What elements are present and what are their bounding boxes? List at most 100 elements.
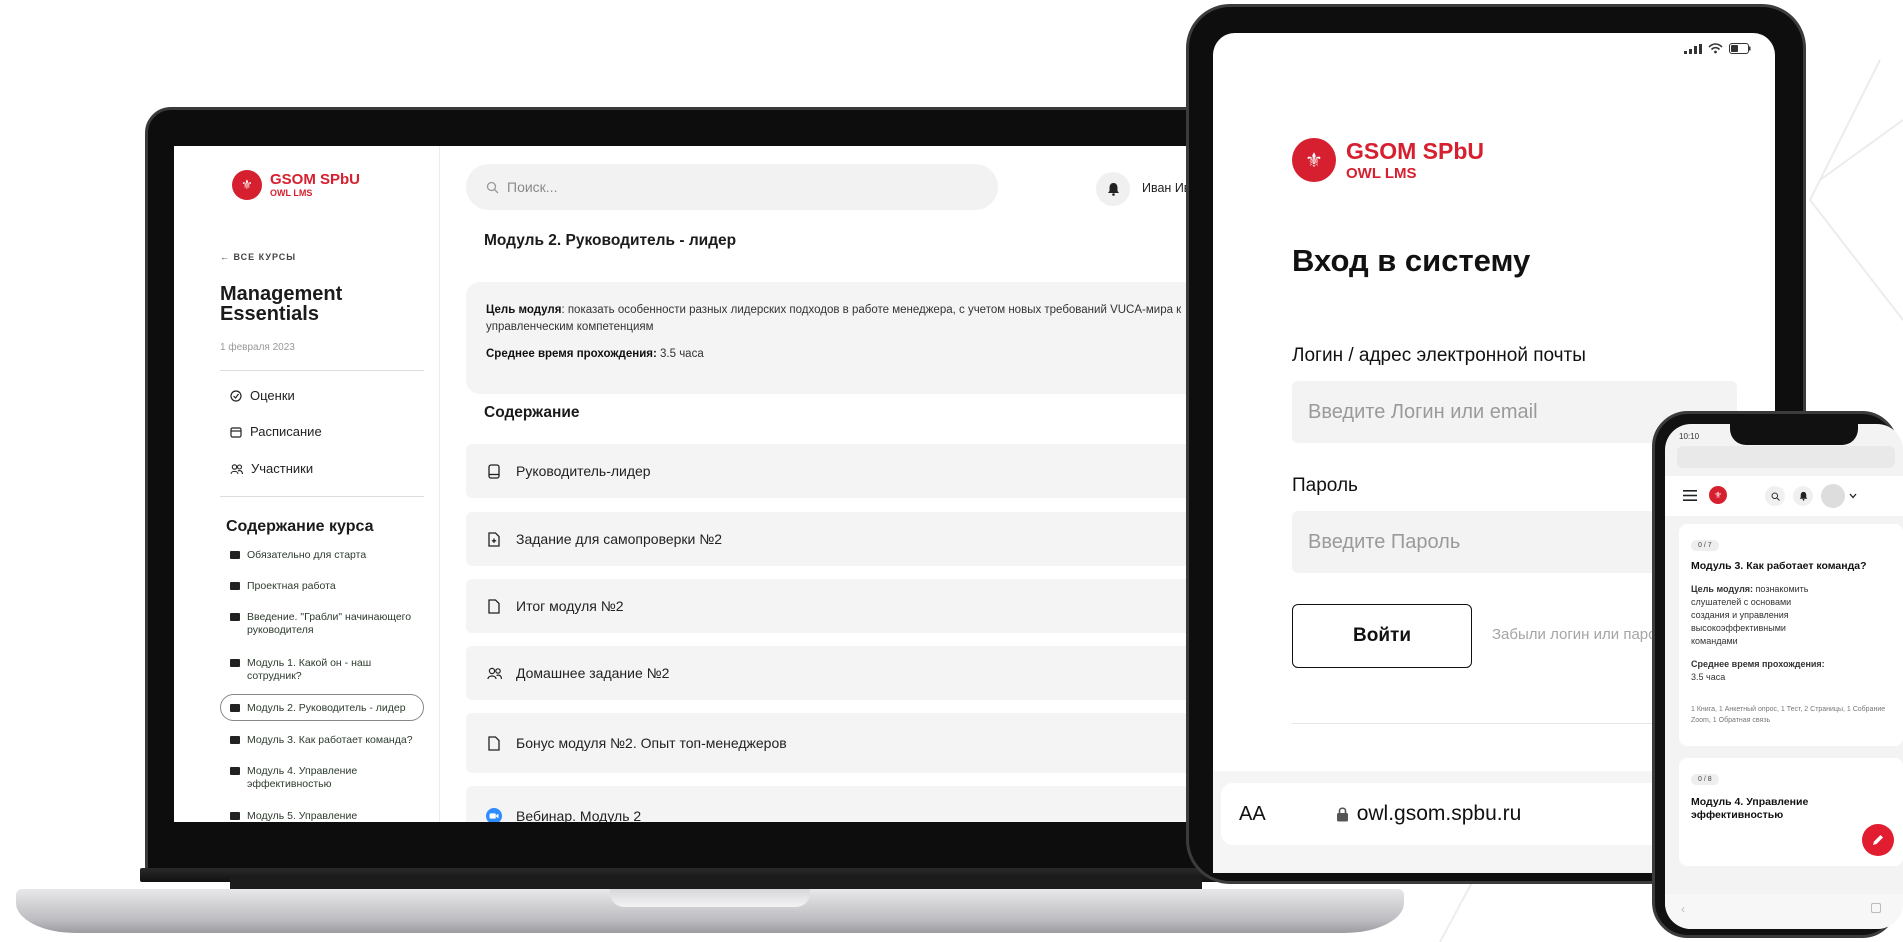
content-item-label: Задание для самопроверки №2 — [516, 531, 723, 547]
folder-icon — [230, 659, 240, 667]
module-title: Модуль 2. Руководитель - лидер — [484, 232, 737, 249]
login-label: Логин / адрес электронной почты — [1292, 345, 1586, 366]
time-label: Среднее время прохождения: — [486, 348, 657, 360]
wifi-icon — [1708, 43, 1723, 54]
battery-icon — [1729, 43, 1751, 54]
nav-label: Участники — [251, 461, 314, 476]
content-item[interactable]: Бонус модуля №2. Опыт топ-менеджеров — [466, 713, 1261, 773]
content-item[interactable]: Итог модуля №2 — [466, 579, 1261, 633]
pencil-icon — [1873, 835, 1883, 845]
avatar[interactable] — [1821, 484, 1845, 508]
text-size-button[interactable]: AA — [1239, 803, 1266, 826]
toc-item-active[interactable]: Модуль 2. Руководитель - лидер — [230, 702, 426, 715]
brand-product: OWL LMS — [1346, 164, 1417, 182]
back-icon[interactable]: ‹ — [1681, 902, 1685, 916]
toc-item[interactable]: Проектная работа — [230, 580, 426, 593]
file-plus-icon — [488, 531, 500, 547]
phone-search-button[interactable] — [1765, 486, 1785, 506]
signal-icon — [1684, 43, 1702, 54]
edit-fab-button[interactable] — [1862, 824, 1894, 856]
university-seal-icon: ⚜ — [232, 170, 262, 200]
check-circle-icon — [230, 389, 242, 402]
university-seal-icon: ⚜ — [1292, 138, 1336, 182]
toc-item[interactable]: Обязательно для старта — [230, 549, 426, 562]
nav-label: Оценки — [250, 388, 295, 403]
login-title: Вход в систему — [1292, 243, 1531, 278]
phone-notch — [1730, 419, 1858, 445]
brand-logo[interactable]: ⚜ GSOM SPbU OWL LMS — [232, 170, 360, 200]
search-placeholder: Поиск... — [507, 179, 558, 195]
laptop-screen: ⚜ GSOM SPbU OWL LMS ← ВСЕ КУРСЫ Manageme… — [174, 146, 1261, 822]
content-item[interactable]: Руководитель-лидер — [466, 444, 1261, 498]
content-item-label: Бонус модуля №2. Опыт топ-менеджеров — [516, 735, 787, 751]
goal-text-2: управленческим компетенциям — [486, 321, 654, 333]
divider — [220, 370, 424, 371]
content-item-label: Домашнее задание №2 — [516, 665, 670, 681]
bell-icon — [1799, 491, 1807, 501]
course-date: 1 февраля 2023 — [220, 342, 295, 353]
phone-toolbar: ‹ — [1665, 894, 1903, 929]
bell-icon — [1107, 183, 1119, 196]
users-icon — [486, 667, 502, 679]
nav-schedule[interactable]: Расписание — [230, 424, 322, 439]
lock-icon — [1336, 807, 1348, 822]
password-label: Пароль — [1292, 475, 1358, 496]
brand-name: GSOM SPbU — [270, 171, 361, 188]
menu-icon[interactable] — [1683, 490, 1697, 501]
notifications-button[interactable] — [1096, 172, 1130, 206]
toc-item[interactable]: Модуль 1. Какой он - наш сотрудник? — [230, 657, 426, 683]
toc-item[interactable]: Введение. "Грабли" начинающего руководит… — [230, 611, 426, 637]
url-text: owl.gsom.spbu.ru — [1356, 802, 1522, 825]
login-button[interactable]: Войти — [1292, 604, 1472, 668]
status-bar — [1684, 43, 1751, 54]
goal-text: : показать особенности разных лидерских … — [561, 304, 1182, 316]
search-icon — [1771, 492, 1780, 501]
nav-participants[interactable]: Участники — [230, 461, 313, 476]
nav-label: Расписание — [250, 424, 322, 439]
folder-icon — [230, 736, 240, 744]
chevron-down-icon[interactable] — [1849, 493, 1857, 499]
login-placeholder: Введите Логин или email — [1308, 400, 1538, 423]
university-seal-icon[interactable]: ⚜ — [1709, 486, 1727, 504]
toc-item[interactable]: Модуль 4. Управление эффективностью — [230, 765, 426, 791]
course-sidebar: ⚜ GSOM SPbU OWL LMS ← ВСЕ КУРСЫ Manageme… — [174, 146, 440, 822]
tabs-icon[interactable] — [1871, 903, 1881, 913]
toc-title: Содержание курса — [226, 518, 374, 535]
nav-grades[interactable]: Оценки — [230, 388, 295, 403]
divider — [220, 496, 424, 497]
content-item[interactable]: Домашнее задание №2 — [466, 646, 1261, 700]
card-title: Модуль 4. Управление эффективностью — [1691, 796, 1809, 821]
file-icon — [488, 735, 500, 751]
phone-screen: 10:10 ⚜ 0 / 7 Модуль 3. Как работает ком… — [1665, 424, 1903, 929]
content-item-label: Вебинар. Модуль 2 — [516, 808, 642, 822]
phone-notifications-button[interactable] — [1793, 486, 1813, 506]
brand-product: OWL LMS — [270, 188, 313, 198]
folder-icon — [230, 582, 240, 590]
module-card[interactable]: 0 / 7 Модуль 3. Как работает команда? Це… — [1679, 524, 1903, 746]
toc-item[interactable]: Модуль 3. Как работает команда? — [230, 734, 426, 747]
laptop-notch — [610, 889, 810, 907]
folder-icon — [230, 613, 240, 621]
search-icon — [486, 181, 499, 193]
folder-icon — [230, 767, 240, 775]
brand-logo[interactable]: ⚜ GSOM SPbU OWL LMS — [1292, 138, 1484, 182]
content-item[interactable]: Задание для самопроверки №2 — [466, 512, 1261, 566]
phone-time: 10:10 — [1679, 432, 1700, 441]
calendar-icon — [230, 426, 242, 438]
progress-badge: 0 / 8 — [1691, 774, 1719, 785]
time-value: 3.5 часа — [656, 348, 704, 360]
folder-icon — [230, 812, 240, 820]
goal-label: Цель модуля — [486, 304, 562, 316]
toc-item[interactable]: Модуль 5. Управление — [230, 810, 426, 822]
contents-title: Содержание — [484, 404, 580, 421]
progress-badge: 0 / 7 — [1691, 540, 1719, 551]
content-item[interactable]: Вебинар. Модуль 2 — [466, 786, 1261, 822]
search-input[interactable]: Поиск... — [466, 164, 998, 210]
course-title: Management Essentials — [220, 283, 343, 325]
card-title: Модуль 3. Как работает команда? — [1691, 560, 1867, 572]
all-courses-link[interactable]: ← ВСЕ КУРСЫ — [220, 252, 296, 262]
phone-url-bar[interactable] — [1677, 446, 1895, 468]
folder-icon — [230, 704, 240, 712]
brand-name: GSOM SPbU — [1346, 137, 1485, 164]
card-summary: 1 Книга, 1 Анкетный опрос, 1 Тест, 2 Стр… — [1691, 706, 1886, 724]
